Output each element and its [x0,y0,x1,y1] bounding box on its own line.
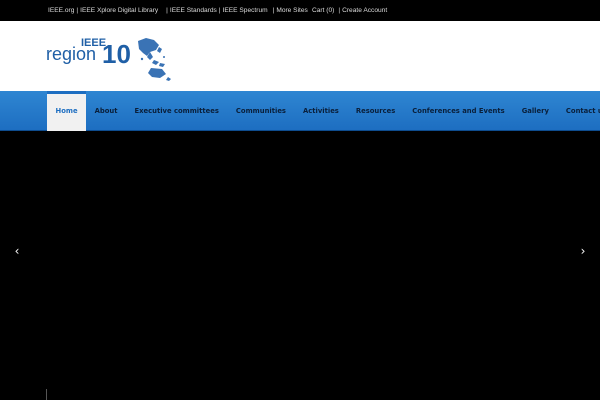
asia-pacific-map-icon [138,38,171,81]
nav-item-home[interactable]: Home [47,91,87,131]
logo-region-text: region [46,44,96,64]
top-utility-bar: IEEE.org | IEEE Xplore Digital Library |… [0,0,600,21]
separator: | [218,7,221,14]
nav-item-activities[interactable]: Activities [294,91,347,131]
cart-link[interactable]: Cart (0) [312,7,334,14]
separator: | [76,7,79,14]
nav-item-communities[interactable]: Communities [227,91,294,131]
slider-divider [46,389,47,400]
nav-item-conferences-and-events[interactable]: Conferences and Events [404,91,513,131]
slider-prev-arrow-icon[interactable]: ‹ [12,244,22,258]
ieee-region-10-logo[interactable]: IEEE region 10 [46,33,178,81]
link-ieee-spectrum[interactable]: IEEE Spectrum [223,7,268,14]
link-ieee-org[interactable]: IEEE.org [48,7,74,14]
site-header: IEEE region 10 [0,21,600,91]
separator: | [338,7,341,14]
create-account-link[interactable]: Create Account [342,7,387,14]
nav-item-gallery[interactable]: Gallery [513,91,557,131]
logo-number-text: 10 [102,39,131,69]
account-links: Cart (0) | Create Account [312,0,387,21]
nav-item-executive-committees[interactable]: Executive committees [126,91,227,131]
slider-next-arrow-icon[interactable]: › [578,244,588,258]
main-navigation: Home About Executive committees Communit… [0,91,600,131]
ieee-sites-links: IEEE.org | IEEE Xplore Digital Library |… [48,0,308,21]
nav-item-contact-us[interactable]: Contact us [557,91,600,131]
link-more-sites[interactable]: More Sites [276,7,308,14]
separator: | [166,7,168,14]
link-ieee-xplore[interactable]: IEEE Xplore Digital Library [80,7,158,14]
separator: | [272,7,275,14]
hero-slider: ‹ › [0,131,600,400]
nav-item-resources[interactable]: Resources [347,91,403,131]
link-ieee-standards[interactable]: IEEE Standards [170,7,217,14]
nav-item-about[interactable]: About [86,91,126,131]
